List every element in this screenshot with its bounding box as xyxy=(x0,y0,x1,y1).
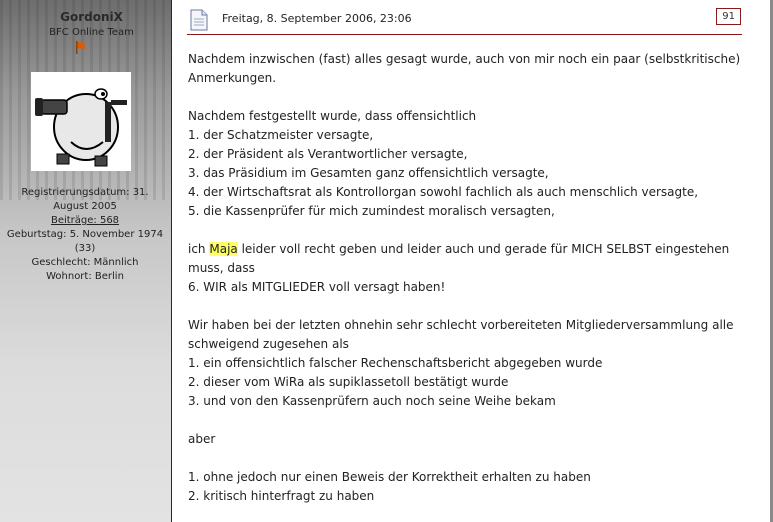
gender: Geschlecht: Männlich xyxy=(31,257,139,268)
flag-icon xyxy=(76,41,86,54)
paragraph-5: aber xyxy=(188,432,216,446)
post-body: Nachdem inzwischen (fast) alles gesagt w… xyxy=(188,50,748,506)
post-header: Freitag, 8. September 2006, 23:06 91 xyxy=(187,4,742,35)
paragraph-2: Nachdem festgestellt wurde, dass offensi… xyxy=(188,109,699,218)
document-icon xyxy=(190,9,208,31)
paragraph-3: ich Maja leider voll recht geben und lei… xyxy=(188,242,730,294)
post-date: Freitag, 8. September 2006, 23:06 xyxy=(222,12,412,25)
paragraph-6: 1. ohne jedoch nur einen Beweis der Korr… xyxy=(188,470,591,503)
birthday: Geburtstag: 5. November 1974 (33) xyxy=(6,229,164,254)
paragraph-1: Nachdem inzwischen (fast) alles gesagt w… xyxy=(188,52,741,85)
avatar[interactable] xyxy=(31,72,131,171)
paragraph-4: Wir haben bei der letzten ohnehin sehr s… xyxy=(188,318,734,408)
highlighted-search-term: Maja xyxy=(209,242,238,256)
user-info: Registrierungsdatum: 31. August 2005 Bei… xyxy=(5,186,165,284)
user-title: BFC Online Team xyxy=(49,27,134,38)
post-number-link[interactable]: 91 xyxy=(716,8,741,25)
location: Wohnort: Berlin xyxy=(46,271,124,282)
avatar-image xyxy=(31,72,131,171)
posts-count-link[interactable]: Beiträge: 568 xyxy=(51,215,119,226)
registration-date: Registrierungsdatum: 31. August 2005 xyxy=(21,187,149,212)
username[interactable]: GordoniX xyxy=(0,10,171,24)
post-container: Freitag, 8. September 2006, 23:06 91 Nac… xyxy=(171,0,773,522)
user-sidebar: GordoniX BFC Online Team Registrierungsd… xyxy=(0,0,171,522)
